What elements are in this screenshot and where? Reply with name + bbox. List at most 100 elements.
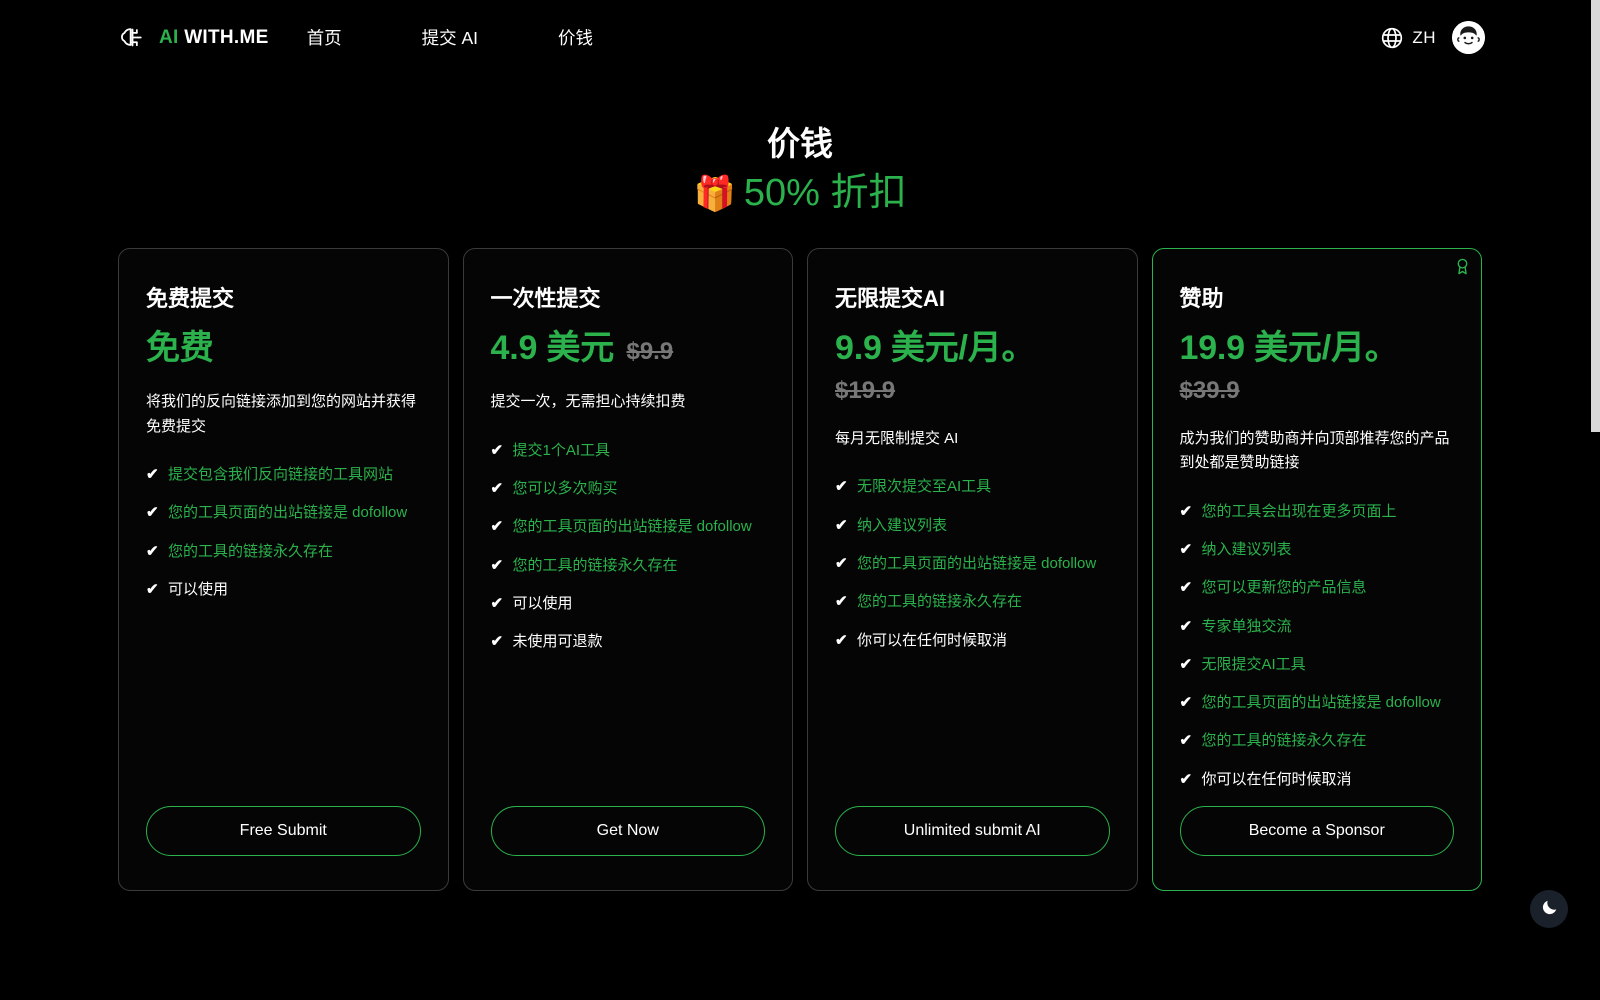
page-scrollbar[interactable] <box>1591 0 1600 1000</box>
plan-price: 免费 <box>146 329 214 367</box>
discount-label: 50% 折扣 <box>744 170 907 218</box>
user-avatar-icon[interactable] <box>1452 21 1485 54</box>
list-item: ✔ 纳入建议列表 <box>1180 538 1455 562</box>
check-icon: ✔ <box>146 463 163 487</box>
plan-price-row: 免费 <box>146 329 421 368</box>
list-item: ✔你可以在任何时候取消 <box>835 629 1110 653</box>
check-icon: ✔ <box>146 540 163 564</box>
plan-price-original: $9.9 <box>626 338 673 365</box>
check-icon: ✔ <box>491 554 508 578</box>
check-icon: ✔ <box>491 515 508 539</box>
nav-pricing[interactable]: 价钱 <box>558 17 593 58</box>
pricing-card-free: 免费提交 免费 将我们的反向链接添加到您的网站并获得免费提交 ✔ 提交包含我们反向… <box>118 248 449 891</box>
plan-description: 将我们的反向链接添加到您的网站并获得免费提交 <box>146 390 421 439</box>
feature-text: 你可以在任何时候取消 <box>857 632 1007 649</box>
unlimited-submit-button[interactable]: Unlimited submit AI <box>835 806 1110 856</box>
feature-text: 无限次提交至AI工具 <box>857 478 991 495</box>
feature-text: 您的工具页面的出站链接是 dofollow <box>513 518 752 535</box>
pricing-title-block: 价钱 🎁 50% 折扣 <box>0 123 1600 218</box>
list-item: ✔您的工具的链接永久存在 <box>146 540 421 564</box>
award-badge-icon <box>1454 258 1471 275</box>
language-label: ZH <box>1412 28 1436 48</box>
feature-text: 提交包含我们反向链接的工具网站 <box>168 466 393 483</box>
check-icon: ✔ <box>491 630 508 654</box>
plan-description: 提交一次，无需担心持续扣费 <box>491 390 766 414</box>
plan-feature-list: ✔提交1个AI工具 ✔您可以多次购买 ✔您的工具页面的出站链接是 dofollo… <box>491 439 766 669</box>
list-item: ✔ 你可以在任何时候取消 <box>1180 768 1455 792</box>
check-icon: ✔ <box>146 501 163 525</box>
check-icon: ✔ <box>1180 538 1197 562</box>
nav-submit-ai[interactable]: 提交 AI <box>422 17 478 58</box>
plan-name: 免费提交 <box>146 285 421 314</box>
list-item: ✔ 您的工具页面的出站链接是 dofollow <box>835 552 1110 576</box>
nav-home[interactable]: 首页 <box>307 17 342 58</box>
feature-text: 您可以更新您的产品信息 <box>1202 579 1367 596</box>
list-item: ✔ 您的工具的链接永久存在 <box>491 554 766 578</box>
plan-price: 19.9 美元/月。 <box>1180 329 1399 367</box>
feature-text: 未使用可退款 <box>513 633 603 650</box>
check-icon: ✔ <box>1180 691 1197 715</box>
become-sponsor-button[interactable]: Become a Sponsor <box>1180 806 1455 856</box>
brand-text-ai: AI <box>159 27 179 48</box>
feature-text: 您的工具页面的出站链接是 dofollow <box>857 555 1096 572</box>
feature-text: 您的工具的链接永久存在 <box>513 557 678 574</box>
feature-text: 你可以在任何时候取消 <box>1202 771 1352 788</box>
list-item: ✔您的工具页面的出站链接是 dofollow <box>1180 691 1455 715</box>
feature-text: 纳入建议列表 <box>857 517 947 534</box>
plan-name: 一次性提交 <box>491 285 766 314</box>
list-item: ✔ 您可以更新您的产品信息 <box>1180 576 1455 600</box>
pricing-card-unlimited: 无限提交AI 9.9 美元/月。 $19.9 每月无限制提交 AI ✔无限次提交… <box>807 248 1138 891</box>
plan-feature-list: ✔提交包含我们反向链接的工具网站 ✔您的工具页面的出站链接是 dofollow … <box>146 463 421 616</box>
dark-mode-toggle[interactable] <box>1530 890 1568 928</box>
feature-text: 您的工具的链接永久存在 <box>857 593 1022 610</box>
check-icon: ✔ <box>1180 653 1197 677</box>
plan-price-row: 19.9 美元/月。 $39.9 <box>1180 329 1455 405</box>
discount-banner: 🎁 50% 折扣 <box>0 170 1600 218</box>
plan-description: 成为我们的赞助商并向顶部推荐您的产品 到处都是赞助链接 <box>1180 427 1455 476</box>
list-item: ✔纳入建议列表 <box>835 514 1110 538</box>
check-icon: ✔ <box>835 590 852 614</box>
plan-name: 无限提交AI <box>835 285 1110 314</box>
get-now-button[interactable]: Get Now <box>491 806 766 856</box>
brand-text: AI WITH.ME <box>159 27 269 49</box>
check-icon: ✔ <box>1180 500 1197 524</box>
list-item: ✔ 您的工具页面的出站链接是 dofollow <box>146 501 421 525</box>
check-icon: ✔ <box>835 552 852 576</box>
list-item: ✔ 您的工具的链接永久存在 <box>835 590 1110 614</box>
list-item: ✔可以使用 <box>491 592 766 616</box>
list-item: ✔您的工具会出现在更多页面上 <box>1180 500 1455 524</box>
feature-text: 无限提交AI工具 <box>1202 656 1306 673</box>
brain-logo-icon <box>118 23 148 53</box>
check-icon: ✔ <box>1180 576 1197 600</box>
pricing-card-one-time: 一次性提交 4.9 美元 $9.9 提交一次，无需担心持续扣费 ✔提交1个AI工… <box>463 248 794 891</box>
check-icon: ✔ <box>1180 729 1197 753</box>
plan-description: 每月无限制提交 AI <box>835 427 1110 451</box>
list-item: ✔ 您的工具页面的出站链接是 dofollow <box>491 515 766 539</box>
plan-name: 赞助 <box>1180 285 1455 314</box>
list-item: ✔ 无限次提交至AI工具 <box>835 475 1110 499</box>
header-actions: ZH <box>1380 21 1485 54</box>
plan-price: 4.9 美元 <box>491 329 615 367</box>
check-icon: ✔ <box>1180 768 1197 792</box>
plan-feature-list: ✔您的工具会出现在更多页面上 ✔纳入建议列表 ✔您可以更新您的产品信息 ✔专家单… <box>1180 500 1455 806</box>
check-icon: ✔ <box>491 439 508 463</box>
brand-logo-link[interactable]: AI WITH.ME <box>118 23 269 53</box>
globe-icon <box>1380 26 1404 50</box>
check-icon: ✔ <box>835 475 852 499</box>
feature-text: 您的工具页面的出站链接是 dofollow <box>168 504 407 521</box>
brand-text-rest: WITH.ME <box>179 27 269 48</box>
feature-text: 纳入建议列表 <box>1202 541 1292 558</box>
page-title: 价钱 <box>0 123 1600 164</box>
site-header: AI WITH.ME 首页 提交 AI 价钱 ZH <box>0 0 1600 75</box>
check-icon: ✔ <box>1180 615 1197 639</box>
plan-price: 9.9 美元/月。 <box>835 329 1035 367</box>
check-icon: ✔ <box>491 477 508 501</box>
plan-price-original: $39.9 <box>1180 377 1455 405</box>
check-icon: ✔ <box>491 592 508 616</box>
feature-text: 您的工具的链接永久存在 <box>1202 732 1367 749</box>
list-item: ✔ 提交包含我们反向链接的工具网站 <box>146 463 421 487</box>
scrollbar-thumb[interactable] <box>1591 0 1600 432</box>
free-submit-button[interactable]: Free Submit <box>146 806 421 856</box>
list-item: ✔可以使用 <box>146 578 421 602</box>
language-switcher[interactable]: ZH <box>1380 26 1436 50</box>
